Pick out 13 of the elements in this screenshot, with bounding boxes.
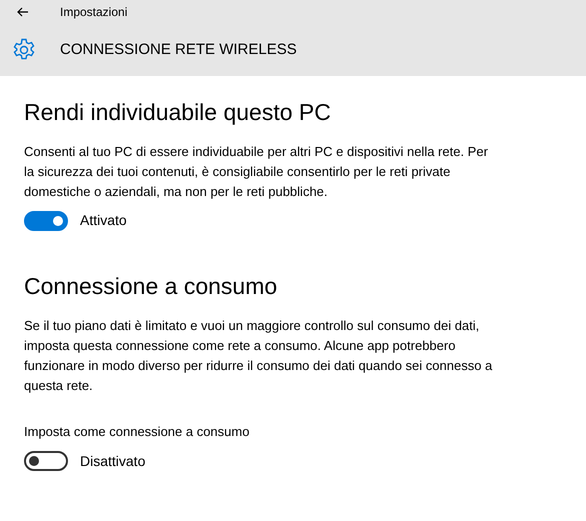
toggle-label: Imposta come connessione a consumo	[24, 423, 250, 441]
description-text: Consenti al tuo PC di essere individuabile per altri PC e dispositivi nella rete. Per la sicurezza dei tuoi contenuti, è consigliabile consentirlo per le reti private domestiche o aziendali, ma non per le reti pubbliche.	[24, 143, 489, 201]
toggle-state: Disattivato	[80, 452, 146, 470]
section-heading: Connessione a consumo	[24, 272, 278, 301]
toggle-switch[interactable]	[24, 210, 68, 230]
settings-icon	[12, 38, 36, 62]
back-arrow-icon	[17, 7, 29, 17]
window-title: Impostazioni	[60, 4, 128, 21]
toggle-state: Attivato	[80, 211, 127, 230]
section-heading: Rendi individuabile questo PC	[24, 98, 332, 127]
description-text: Se il tuo piano dati è limitato e vuoi un maggiore controllo sul consumo dei dati, imposta questa connessione come rete a consumo. Alcune app potrebbero funzionare in modo diverso per ridurre il consumo dei dati quando sei connesso a questa rete.	[24, 317, 494, 395]
page-title: CONNESSIONE RETE WIRELESS	[60, 40, 297, 60]
toggle-switch[interactable]	[24, 451, 68, 471]
